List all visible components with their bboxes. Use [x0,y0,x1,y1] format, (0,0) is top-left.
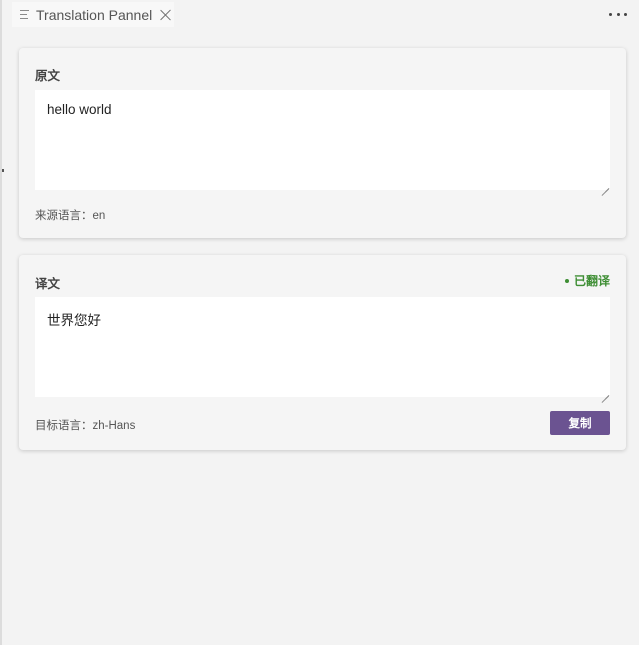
panel-window: Translation Pannel 原文 hello world 来源语言：e… [0,0,639,645]
target-language-label: 目标语言：zh-Hans [35,420,136,432]
target-textarea[interactable]: 世界您好 [35,297,610,397]
target-title: 译文 [35,277,61,291]
status-badge: 已翻译 [564,272,610,289]
status-dot-icon [564,278,569,283]
close-icon[interactable] [160,9,172,21]
source-textarea[interactable]: hello world [35,90,610,190]
status-text: 已翻译 [573,274,610,288]
source-title: 原文 [35,69,61,83]
tab-translation-pannel[interactable]: Translation Pannel [12,2,174,27]
resize-grip-icon[interactable] [601,388,609,396]
copy-button[interactable]: 复制 [550,411,610,435]
source-panel: 原文 hello world 来源语言：en [19,48,626,238]
more-actions-icon[interactable] [609,6,627,22]
target-panel: 译文 已翻译 世界您好 目标语言：zh-Hans 复制 [19,255,626,450]
tab-title: Translation Pannel [36,6,153,23]
resize-grip-icon[interactable] [601,181,609,189]
source-language-label: 来源语言：en [35,210,106,222]
tab-bar: Translation Pannel [4,0,639,30]
lines-icon [20,10,29,19]
sash-indicator [2,169,4,172]
